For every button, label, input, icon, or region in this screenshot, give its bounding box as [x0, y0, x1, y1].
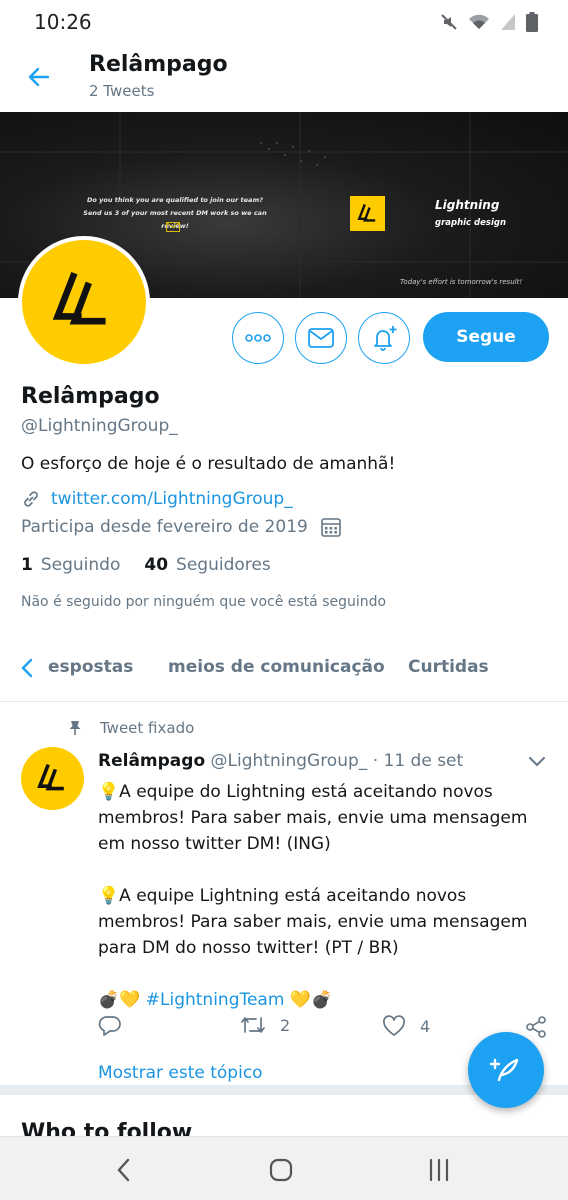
tweet-avatar[interactable]	[21, 747, 84, 810]
tweet-author-name[interactable]: Relâmpago	[98, 751, 205, 771]
nav-home-button[interactable]	[264, 1153, 298, 1187]
tweet-text: 💡A equipe do Lightning está aceitando no…	[98, 779, 538, 1013]
pinned-label: Tweet fixado	[100, 719, 195, 737]
profile-handle: @LightningGroup_	[21, 416, 178, 436]
profile-join-date: Participa desde fevereiro de 2019	[21, 517, 308, 537]
tweet-line: 💡A equipe Lightning está aceitando novos	[98, 886, 467, 906]
followers-count: 40	[144, 555, 169, 575]
tweet-author-handle: @LightningGroup_	[210, 751, 368, 771]
reply-icon	[98, 1016, 121, 1036]
nav-recents-button[interactable]	[422, 1153, 456, 1187]
tweet-meta-separator: ·	[372, 751, 379, 771]
back-arrow-icon	[28, 67, 50, 87]
share-button[interactable]	[524, 1015, 548, 1039]
followers-label: Seguidores	[176, 555, 271, 575]
retweet-button[interactable]: 2	[240, 1015, 290, 1035]
banner-motto: Today's effort is tomorrow's result!	[400, 278, 523, 286]
signal-icon	[501, 14, 515, 30]
profile-link-row: twitter.com/LightningGroup_	[21, 489, 293, 509]
more-options-button[interactable]	[232, 312, 284, 364]
tab-likes[interactable]: Curtidas	[408, 657, 489, 677]
show-thread-link[interactable]: Mostrar este tópico	[98, 1063, 263, 1083]
calendar-icon	[321, 518, 341, 537]
back-button[interactable]	[22, 60, 56, 94]
followed-by-note: Não é seguido por ninguém que você está …	[21, 594, 387, 610]
battery-icon	[526, 12, 538, 32]
wifi-icon	[469, 14, 489, 29]
tweet-hashtag-line: 💣💛 #LightningTeam 💛💣	[98, 987, 538, 1013]
following-label: Seguindo	[40, 555, 121, 575]
profile-bio: O esforço de hoje é o resultado de amanh…	[21, 454, 396, 474]
profile-stats: 1 Seguindo 40 Seguidores	[21, 555, 271, 575]
system-navigation-bar	[0, 1136, 568, 1200]
tweet-line: para DM do nosso twitter! (PT / BR)	[98, 938, 399, 958]
compose-feather-icon	[489, 1058, 519, 1082]
profile-website-link[interactable]: twitter.com/LightningGroup_	[51, 489, 293, 509]
status-icons	[440, 12, 538, 32]
pin-icon	[69, 721, 81, 735]
following-count: 1	[21, 555, 33, 575]
reply-button[interactable]	[98, 1015, 122, 1037]
chevron-down-icon[interactable]	[528, 755, 546, 767]
tab-replies[interactable]: espostas	[48, 657, 133, 677]
followers-stat[interactable]: 40 Seguidores	[144, 555, 270, 575]
nav-back-icon	[117, 1158, 130, 1182]
link-icon	[24, 491, 38, 507]
tab-media[interactable]: meios de comunicação	[168, 657, 385, 677]
profile-join-row: Participa desde fevereiro de 2019	[21, 516, 342, 538]
status-time: 10:26	[34, 10, 92, 34]
header-tweet-count: 2 Tweets	[89, 82, 155, 100]
following-stat[interactable]: 1 Seguindo	[21, 555, 120, 575]
profile-tabs: espostas meios de comunicação Curtidas	[0, 640, 568, 702]
hashtag-link[interactable]: #LightningTeam	[146, 990, 285, 1010]
compose-tweet-button[interactable]	[468, 1032, 544, 1108]
heart-icon	[383, 1015, 405, 1036]
retweet-icon	[241, 1017, 265, 1033]
like-button[interactable]: 4	[382, 1015, 430, 1037]
tweet-line	[98, 857, 538, 883]
nav-back-button[interactable]	[106, 1153, 140, 1187]
lightning-logo-icon	[36, 763, 64, 790]
follow-button[interactable]: Segue	[423, 312, 549, 362]
like-count: 4	[420, 1016, 431, 1036]
nav-recents-icon	[429, 1158, 449, 1182]
profile-avatar[interactable]	[18, 236, 150, 368]
tabs-scroll-left-button[interactable]	[14, 655, 40, 681]
banner-mail-icon	[166, 222, 180, 232]
message-button[interactable]	[295, 312, 347, 364]
pinned-indicator: Tweet fixado	[68, 719, 194, 737]
banner-brand-name: Lightning	[435, 198, 500, 212]
app-header: Relâmpago 2 Tweets	[0, 44, 568, 110]
more-icon	[245, 334, 271, 342]
nav-home-icon	[269, 1158, 293, 1182]
tweet-line: membros! Para saber mais, envie uma mens…	[98, 912, 528, 932]
banner-logo-icon	[350, 196, 385, 231]
mute-icon	[441, 14, 457, 30]
banner-brand-tagline: graphic design	[435, 218, 507, 228]
profile-name: Relâmpago	[21, 384, 160, 409]
lightning-logo-icon	[52, 272, 106, 325]
tweet-line: 💡A equipe do Lightning está aceitando no…	[98, 782, 493, 802]
tweet-line: membros! Para saber mais, envie uma mens…	[98, 808, 528, 828]
tweet-line: em nosso twitter DM! (ING)	[98, 834, 331, 854]
emoji-left: 💣💛	[98, 990, 141, 1010]
banner-question-line1: Do you think you are qualified to join o…	[87, 196, 263, 204]
tweet-line	[98, 961, 538, 987]
chevron-left-icon	[21, 658, 33, 678]
pinned-tweet[interactable]: Tweet fixado Relâmpago @LightningGroup_ …	[0, 703, 568, 1095]
status-bar: 10:26	[0, 0, 568, 44]
retweet-count: 2	[280, 1015, 291, 1035]
notifications-button[interactable]	[358, 312, 410, 364]
tweet-meta: Relâmpago @LightningGroup_ · 11 de set	[98, 751, 463, 771]
emoji-right: 💛💣	[289, 990, 333, 1010]
tweet-date: 11 de set	[383, 751, 464, 771]
bell-plus-icon	[374, 326, 397, 351]
share-icon	[526, 1016, 546, 1038]
mail-icon	[308, 328, 334, 348]
header-title: Relâmpago	[89, 52, 228, 77]
